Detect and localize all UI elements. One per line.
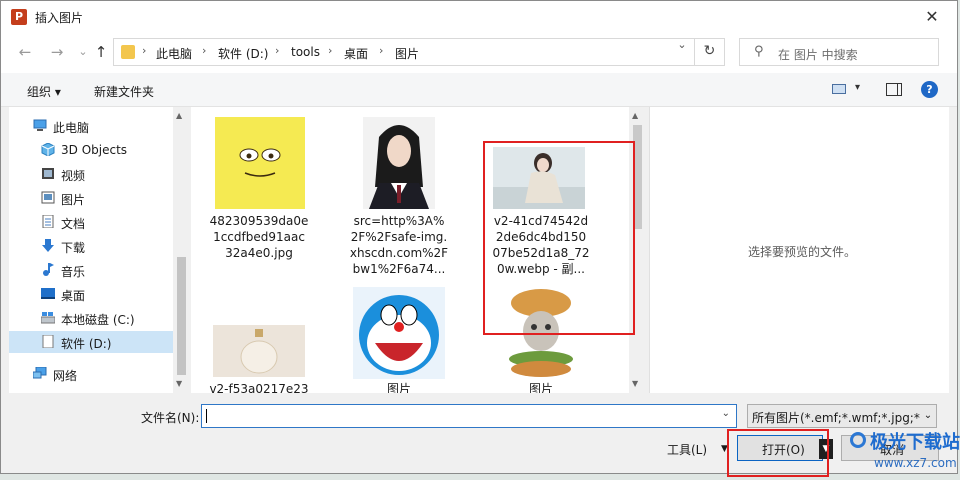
navigation-bar: ← → ⌄ ↑ › 此电脑 › 软件 (D:) › tools › 桌面 › 图… [1, 33, 957, 73]
drive-icon [41, 312, 55, 324]
filename-label: 文件名(N): [141, 411, 200, 425]
sidebar-item-videos[interactable]: 视频 [9, 163, 173, 185]
sidebar-item-label: 3D Objects [61, 143, 128, 157]
view-options-icon[interactable] [832, 84, 846, 94]
scroll-down-icon[interactable]: ▼ [176, 379, 182, 388]
sidebar-item-desktop[interactable]: 桌面 [9, 283, 173, 305]
sidebar-item-documents[interactable]: 文档 [9, 211, 173, 233]
file-name: src=http%3A% 2F%2Fsafe-img. xhscdn.com%2F b… [349, 214, 449, 276]
highlight-box-open [727, 429, 829, 477]
tools-menu[interactable]: 工具(L) [667, 441, 707, 458]
scrollbar-thumb[interactable] [177, 257, 186, 375]
folder-icon [121, 45, 135, 59]
sidebar-item-label: 视频 [61, 169, 86, 183]
help-icon[interactable]: ? [921, 81, 938, 98]
recent-locations-button[interactable]: ⌄ [73, 42, 93, 62]
download-icon [42, 239, 54, 252]
search-icon: ⚲ [754, 44, 764, 59]
address-bar[interactable]: › 此电脑 › 软件 (D:) › tools › 桌面 › 图片 [113, 38, 725, 66]
breadcrumb-desktop[interactable]: 桌面 [344, 45, 368, 62]
file-type-select[interactable]: 所有图片(*.emf;*.wmf;*.jpg;*.jp ⌄ [747, 404, 937, 428]
new-folder-button[interactable]: 新建文件夹 [94, 83, 154, 100]
sidebar-scrollbar[interactable]: ▲ ▼ [173, 107, 189, 393]
address-dropdown-icon[interactable]: ⌄ [673, 38, 691, 51]
title-bar: P 插入图片 ✕ [1, 1, 957, 33]
chevron-down-icon[interactable]: ⌄ [920, 405, 936, 427]
file-name: 图片 [528, 382, 553, 393]
sidebar-item-label: 文档 [61, 217, 86, 231]
sidebar-item-network[interactable]: 网络 [9, 363, 173, 385]
file-name: v2-f53a0217e23 [209, 382, 309, 393]
window-title: 插入图片 [35, 11, 84, 25]
file-thumbnail [215, 117, 305, 209]
sidebar-item-downloads[interactable]: 下载 [9, 235, 173, 257]
sidebar-item-label: 软件 (D:) [61, 337, 112, 351]
close-button[interactable]: ✕ [915, 5, 949, 29]
document-icon [42, 215, 54, 228]
back-button[interactable]: ← [15, 42, 35, 62]
preview-pane: 选择要预览的文件。 [649, 107, 949, 393]
sidebar-item-label: 图片 [61, 193, 86, 207]
refresh-button[interactable]: ↻ [694, 38, 724, 66]
file-type-value: 所有图片(*.emf;*.wmf;*.jpg;*.jp [752, 411, 935, 425]
text-cursor [206, 409, 207, 423]
file-name: 482309539da0e 1ccdfbed91aac 32a4e0.jpg [209, 214, 309, 260]
preview-placeholder: 选择要预览的文件。 [748, 245, 857, 259]
cube-icon [41, 143, 55, 156]
scroll-up-icon[interactable]: ▲ [176, 111, 182, 120]
sidebar-item-label: 桌面 [61, 289, 86, 303]
file-thumbnail [353, 287, 445, 379]
sidebar-item-label: 本地磁盘 (C:) [61, 313, 135, 327]
watermark-url: www.xz7.com [874, 456, 957, 470]
network-icon [33, 367, 47, 379]
forward-button[interactable]: → [47, 42, 67, 62]
file-thumbnail [213, 325, 305, 377]
sidebar-item-label: 此电脑 [53, 121, 90, 135]
desktop-icon [41, 288, 55, 299]
filename-input[interactable]: ⌄ [201, 404, 737, 428]
breadcrumb-separator: › [379, 44, 384, 57]
insert-picture-dialog: P 插入图片 ✕ ← → ⌄ ↑ › 此电脑 › 软件 (D:) › tools… [0, 0, 958, 477]
breadcrumb-separator: › [202, 44, 207, 57]
sidebar-item-pictures[interactable]: 图片 [9, 187, 173, 209]
organize-menu[interactable]: 组织 ▾ [27, 83, 61, 100]
computer-icon [33, 119, 47, 131]
watermark-text: 极光下载站 [870, 432, 960, 453]
powerpoint-icon: P [11, 9, 27, 25]
breadcrumb-separator: › [328, 44, 333, 57]
breadcrumb-pictures[interactable]: 图片 [395, 45, 419, 62]
file-name: 图片 [386, 382, 411, 393]
breadcrumb-separator: › [142, 44, 147, 57]
breadcrumb-tools[interactable]: tools [291, 45, 320, 59]
sidebar-item-drive-c[interactable]: 本地磁盘 (C:) [9, 307, 173, 329]
search-placeholder: 在 图片 中搜索 [778, 48, 858, 62]
search-input[interactable]: ⚲ 在 图片 中搜索 [739, 38, 939, 66]
sidebar-item-label: 音乐 [61, 265, 86, 279]
file-thumbnail [363, 117, 435, 209]
scroll-down-icon[interactable]: ▼ [632, 379, 638, 388]
breadcrumb-drive-d[interactable]: 软件 (D:) [218, 45, 268, 62]
sidebar-item-drive-d[interactable]: 软件 (D:) [9, 331, 173, 353]
watermark-logo-icon [850, 432, 866, 448]
highlight-box-file [483, 141, 635, 335]
video-icon [42, 168, 54, 179]
scroll-up-icon[interactable]: ▲ [632, 111, 638, 120]
chevron-down-icon[interactable]: ⌄ [722, 408, 730, 419]
view-dropdown-icon[interactable]: ▾ [855, 82, 860, 93]
up-button[interactable]: ↑ [91, 42, 111, 62]
preview-pane-icon[interactable] [886, 83, 902, 96]
breadcrumb-this-pc[interactable]: 此电脑 [156, 45, 192, 62]
sidebar-item-label: 网络 [53, 369, 78, 383]
command-toolbar: 组织 ▾ 新建文件夹 ▾ ? [1, 73, 957, 107]
sidebar-item-label: 下载 [61, 241, 86, 255]
sidebar-item-this-pc[interactable]: 此电脑 [9, 115, 173, 137]
breadcrumb-separator: › [275, 44, 280, 57]
navigation-pane: 此电脑 3D Objects 视频 图片 文档 下载 音乐 桌面 本地磁盘 (C… [9, 107, 189, 393]
watermark: 极光下载站 www.xz7.com [850, 426, 960, 476]
drive-icon [42, 335, 54, 348]
music-icon [43, 263, 54, 276]
pictures-icon [41, 191, 55, 204]
sidebar-item-music[interactable]: 音乐 [9, 259, 173, 281]
sidebar-item-3d-objects[interactable]: 3D Objects [9, 139, 173, 161]
